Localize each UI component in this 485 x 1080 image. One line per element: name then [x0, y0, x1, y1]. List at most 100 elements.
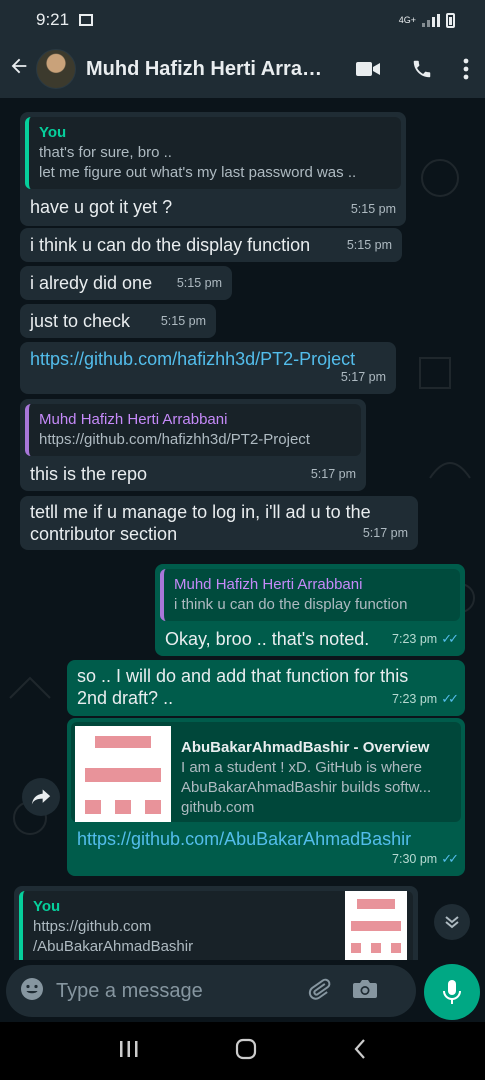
menu-button[interactable] [463, 58, 469, 80]
quote-sender: Muhd Hafizh Herti Arrabbani [39, 411, 228, 428]
recents-icon [119, 1040, 138, 1057]
quoted-message[interactable]: You https://github.com /AbuBakarAhmadBas… [19, 891, 413, 960]
read-ticks-icon: ✓✓ [441, 631, 459, 646]
message-input-container [6, 965, 416, 1017]
contact-name[interactable]: Muhd Hafizh Herti Arrabbani [86, 58, 322, 81]
quoted-message[interactable]: Muhd Hafizh Herti Arrabbani https://gith… [25, 404, 361, 456]
back-button[interactable] [2, 55, 36, 84]
message-meta: 7:23 pm ✓✓ [392, 628, 459, 650]
read-ticks-icon: ✓✓ [441, 691, 459, 706]
message-time: 5:15 pm [176, 276, 222, 290]
message-link[interactable]: https://github.com/AbuBakarAhmadBashir [77, 828, 411, 850]
network-label: 4G+ [398, 15, 416, 25]
quote-line: that's for sure, bro .. [39, 144, 172, 161]
message-bubble-outgoing[interactable]: AbuBakarAhmadBashir - Overview I am a st… [67, 718, 465, 876]
message-input[interactable] [56, 979, 296, 1003]
camera-button[interactable] [352, 978, 378, 1005]
message-text-line: tetll me if u manage to log in, i'll ad … [30, 502, 371, 522]
message-time: 7:23 pm [392, 632, 438, 646]
chevrons-down-icon [445, 916, 459, 929]
mic-icon [443, 980, 461, 1004]
input-bar [0, 960, 485, 1022]
camera-icon [353, 979, 377, 998]
phone-icon [413, 60, 431, 78]
status-bar: 9:21 4G+ [0, 0, 485, 40]
video-call-button[interactable] [355, 59, 381, 79]
link-preview-image [75, 726, 171, 822]
link-preview-text: AbuBakarAhmadBashir - Overview I am a st… [171, 726, 441, 818]
emoji-button[interactable] [20, 977, 44, 1006]
scroll-to-bottom-button[interactable] [434, 904, 470, 940]
arrow-left-icon [11, 58, 27, 73]
paperclip-icon [308, 978, 331, 1000]
read-ticks-icon: ✓✓ [441, 851, 459, 866]
quote-line: let me figure out what's my last passwor… [39, 164, 357, 181]
message-time: 7:23 pm [392, 692, 438, 706]
home-button[interactable] [235, 1038, 257, 1065]
more-vert-icon [463, 58, 469, 80]
quote-thumbnail [345, 891, 407, 960]
message-bubble[interactable]: tetll me if u manage to log in, i'll ad … [20, 496, 418, 550]
contact-avatar[interactable] [36, 49, 76, 89]
quote-sender: You [39, 124, 67, 141]
message-bubble-outgoing[interactable]: Muhd Hafizh Herti Arrabbani i think u ca… [155, 564, 465, 656]
quote-line: https://github.com/hafizhh3d/PT2-Project [39, 431, 310, 448]
message-link[interactable]: https://github.com/hafizhh3d/PT2-Project [30, 348, 355, 370]
message-bubble[interactable]: just to check 5:15 pm [20, 304, 216, 338]
battery-icon [446, 12, 455, 28]
message-bubble[interactable]: You that's for sure, bro .. let me figur… [20, 112, 406, 226]
message-text-line: 2nd draft? .. [77, 688, 174, 708]
quoted-message[interactable]: You that's for sure, bro .. let me figur… [25, 117, 401, 189]
message-bubble[interactable]: i alredy did one 5:15 pm [20, 266, 232, 300]
chat-area[interactable]: You that's for sure, bro .. let me figur… [0, 98, 485, 960]
nav-back-button[interactable] [353, 1038, 367, 1065]
message-text: Okay, broo .. that's noted. [165, 629, 370, 649]
quote-sender: Muhd Hafizh Herti Arrabbani [174, 576, 363, 593]
system-nav-bar [0, 1022, 485, 1080]
message-text-line: so .. I will do and add that function fo… [77, 666, 409, 686]
gallery-notification-icon [79, 14, 94, 26]
message-time: 5:15 pm [160, 314, 206, 328]
message-bubble-outgoing[interactable]: so .. I will do and add that function fo… [67, 660, 465, 716]
message-text: just to check [30, 311, 131, 331]
message-text: i think u can do the display function [30, 235, 311, 255]
chat-header: Muhd Hafizh Herti Arrabbani [0, 40, 485, 98]
forward-icon [31, 789, 51, 805]
message-text: i alredy did one [30, 273, 153, 293]
status-right: 4G+ [398, 12, 455, 28]
attach-button[interactable] [306, 976, 332, 1007]
message-time: 5:15 pm [350, 202, 396, 216]
forward-button[interactable] [22, 778, 60, 816]
link-preview-title: AbuBakarAhmadBashir - Overview [181, 739, 430, 756]
message-time: 5:17 pm [310, 467, 356, 481]
quoted-message[interactable]: Muhd Hafizh Herti Arrabbani i think u ca… [160, 569, 460, 621]
signal-icon [422, 13, 440, 27]
home-icon [236, 1038, 257, 1059]
message-bubble[interactable]: You https://github.com /AbuBakarAhmadBas… [14, 886, 418, 960]
quote-line: i think u can do the display function [174, 596, 408, 613]
message-bubble[interactable]: Muhd Hafizh Herti Arrabbani https://gith… [20, 399, 366, 491]
message-time: 5:15 pm [346, 238, 392, 252]
link-preview[interactable]: AbuBakarAhmadBashir - Overview I am a st… [71, 722, 461, 822]
voice-call-button[interactable] [411, 58, 433, 80]
message-time: 7:30 pm [392, 852, 438, 866]
message-bubble[interactable]: i think u can do the display function 5:… [20, 228, 402, 262]
recents-button[interactable] [118, 1039, 140, 1064]
message-bubble[interactable]: https://github.com/hafizhh3d/PT2-Project… [20, 342, 396, 394]
message-time: 5:17 pm [362, 526, 408, 540]
link-preview-desc: I am a student ! xD. GitHub is where [181, 759, 422, 776]
emoji-icon [21, 977, 43, 1000]
link-preview-desc: AbuBakarAhmadBashir builds softw... [181, 779, 432, 796]
message-time: 5:17 pm [340, 370, 386, 384]
voice-message-button[interactable] [424, 964, 480, 1020]
message-meta: 7:23 pm ✓✓ [392, 688, 459, 710]
header-actions [355, 58, 469, 80]
message-meta: 7:30 pm ✓✓ [392, 848, 459, 870]
message-text: this is the repo [30, 464, 148, 484]
message-text-line: contributor section [30, 524, 178, 544]
message-text: have u got it yet ? [30, 197, 173, 217]
link-preview-domain: github.com [181, 799, 255, 816]
status-time: 9:21 [36, 10, 70, 29]
video-call-icon [356, 62, 380, 76]
chevron-left-icon [354, 1038, 365, 1059]
